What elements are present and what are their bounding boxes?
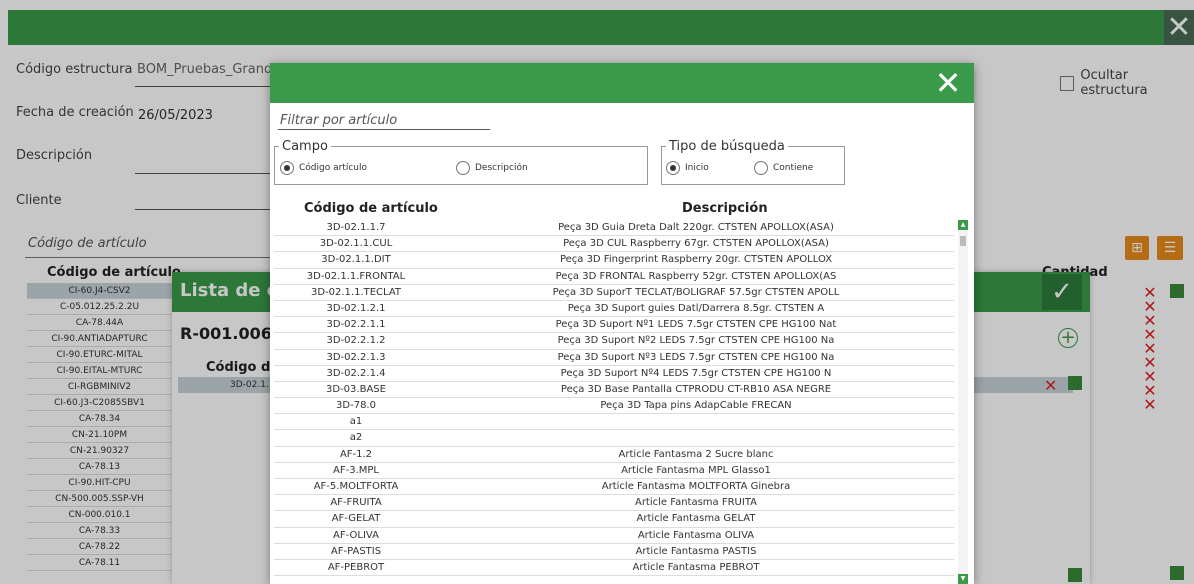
radio-descripcion[interactable]: Descripción bbox=[456, 161, 528, 175]
table-row[interactable]: AF-5.MOLTFORTA Article Fantasma MOLTFORTA… bbox=[274, 479, 954, 496]
table-row[interactable]: AF-FRUITA Article Fantasma FRUITA bbox=[274, 495, 954, 512]
radio-dot[interactable] bbox=[456, 161, 470, 175]
cell-desc: Article Fantasma PEBROT bbox=[632, 561, 760, 573]
scroll-down-icon[interactable]: ▼ bbox=[958, 574, 968, 584]
radio-inicio[interactable]: Inicio bbox=[666, 161, 709, 175]
radio-contiene[interactable]: Contiene bbox=[754, 161, 813, 175]
cell-code: 3D-02.1.1.DIT bbox=[321, 254, 391, 266]
cell-code: AF-PEBROT bbox=[327, 561, 385, 573]
table-row[interactable]: AF-GELAT Article Fantasma GELAT bbox=[274, 511, 954, 528]
cell-desc: Peça 3D Tapa pins AdapCable FRECAN bbox=[600, 400, 792, 412]
radio-inicio-label: Inicio bbox=[685, 163, 709, 173]
cell-code: AF-1.2 bbox=[339, 448, 373, 460]
header-descripcion: Descripción bbox=[682, 201, 768, 216]
table-row[interactable]: 3D-03.BASE Peça 3D Base Pantalla CTPRODU … bbox=[274, 382, 954, 399]
cell-code: AF-GELAT bbox=[331, 513, 381, 525]
table-row[interactable]: 3D-02.1.1.7 Peça 3D Guia Dreta Dalt 220gr… bbox=[274, 220, 954, 237]
table-row[interactable]: AF-1.2 Article Fantasma 2 Sucre blanc bbox=[274, 447, 954, 463]
cell-desc: Article Fantasma MOLTFORTA Ginebra bbox=[601, 481, 791, 492]
cell-code: 3D-02.1.1.FRONTAL bbox=[306, 270, 406, 282]
close-icon[interactable]: ✕ bbox=[930, 65, 966, 101]
scrollbar[interactable]: ▲ ▼ bbox=[958, 220, 968, 584]
radio-descripcion-label: Descripción bbox=[475, 163, 528, 173]
filter-input[interactable]: Filtrar por artículo bbox=[280, 113, 397, 128]
cell-desc: Article Fantasma MPL Glasso1 bbox=[621, 464, 771, 476]
cell-desc: Peça 3D Base Pantalla CTPRODU CT-RB10 AS… bbox=[560, 383, 832, 395]
cell-code: 3D-02.2.1.1 bbox=[326, 319, 386, 331]
header-codigo: Código de artículo bbox=[304, 201, 438, 216]
cell-desc: Article Fantasma OLIVA bbox=[637, 529, 755, 541]
table-row[interactable]: 3D-02.1.1.DIT Peça 3D Fingerprint Raspber… bbox=[274, 252, 954, 269]
article-picker-dialog: ✕ Filtrar por artículo Campo Código artí… bbox=[270, 63, 974, 584]
table-row[interactable]: 3D-02.1.1.TECLAT Peça 3D SuporT TECLAT/BO… bbox=[274, 285, 954, 301]
cell-desc: Peça 3D Fingerprint Raspberry 20gr. CTST… bbox=[559, 254, 833, 266]
cell-code: a1 bbox=[349, 416, 363, 428]
scroll-thumb[interactable] bbox=[960, 236, 966, 246]
cell-desc: Peça 3D Suport Nº1 LEDS 7.5gr CTSTEN CPE… bbox=[555, 319, 837, 331]
radio-dot[interactable] bbox=[666, 161, 680, 175]
table-row[interactable]: 3D-02.1.2.1 Peça 3D Suport guies Datl/Dar… bbox=[274, 301, 954, 318]
cell-code: 3D-02.1.2.1 bbox=[326, 302, 386, 314]
cell-code: a2 bbox=[349, 432, 363, 444]
campo-legend: Campo bbox=[282, 139, 328, 154]
cell-code: 3D-02.2.1.2 bbox=[326, 335, 386, 347]
cell-desc: Peça 3D Guia Dreta Dalt 220gr. CTSTEN AP… bbox=[558, 222, 834, 233]
table-row[interactable]: 3D-02.2.1.3 Peça 3D Suport Nº3 LEDS 7.5gr… bbox=[274, 350, 954, 366]
radio-dot[interactable] bbox=[754, 161, 768, 175]
table-row[interactable]: 3D-02.2.1.1 Peça 3D Suport Nº1 LEDS 7.5gr… bbox=[274, 317, 954, 334]
articles-table: 3D-02.1.1.7 Peça 3D Guia Dreta Dalt 220gr… bbox=[274, 220, 954, 577]
scroll-up-icon[interactable]: ▲ bbox=[958, 220, 968, 230]
table-row[interactable]: 3D-02.1.1.FRONTAL Peça 3D FRONTAL Raspber… bbox=[274, 269, 954, 285]
table-row[interactable]: AF-OLIVA Article Fantasma OLIVA bbox=[274, 528, 954, 544]
cell-code: AF-5.MOLTFORTA bbox=[313, 481, 399, 492]
table-row[interactable]: a2 bbox=[274, 430, 954, 447]
cell-desc: Peça 3D SuporT TECLAT/BOLIGRAF 57.5gr CT… bbox=[552, 286, 840, 298]
table-row[interactable]: 3D-02.2.1.4 Peça 3D Suport Nº4 LEDS 7.5gr… bbox=[274, 366, 954, 382]
table-row[interactable]: 3D-02.1.1.CUL Peça 3D CUL Raspberry 67gr.… bbox=[274, 236, 954, 253]
radio-dot[interactable] bbox=[280, 161, 294, 175]
cell-desc: Article Fantasma PASTIS bbox=[635, 545, 757, 557]
cell-desc: Peça 3D Suport Nº3 LEDS 7.5gr CTSTEN CPE… bbox=[557, 351, 835, 363]
radio-codigo-label: Código artículo bbox=[299, 163, 367, 173]
cell-code: 3D-02.1.1.7 bbox=[326, 222, 386, 233]
table-row[interactable]: AF-3.MPL Article Fantasma MPL Glasso1 bbox=[274, 463, 954, 479]
cell-code: AF-FRUITA bbox=[330, 497, 382, 509]
table-row[interactable]: AF-PASTIS Article Fantasma PASTIS bbox=[274, 544, 954, 560]
table-row[interactable]: a1 bbox=[274, 414, 954, 431]
dialog-header bbox=[270, 63, 974, 103]
cell-desc: Article Fantasma FRUITA bbox=[634, 497, 757, 509]
cell-desc: Article Fantasma 2 Sucre blanc bbox=[618, 448, 774, 460]
cell-code: 3D-78.0 bbox=[336, 400, 376, 412]
cell-code: AF-3.MPL bbox=[333, 464, 379, 476]
cell-desc: Article Fantasma GELAT bbox=[636, 513, 756, 525]
cell-code: 3D-03.BASE bbox=[326, 383, 386, 395]
table-row[interactable]: 3D-02.2.1.2 Peça 3D Suport Nº2 LEDS 7.5gr… bbox=[274, 333, 954, 350]
tipo-legend: Tipo de búsqueda bbox=[669, 139, 785, 154]
radio-codigo[interactable]: Código artículo bbox=[280, 161, 367, 175]
cell-code: 3D-02.2.1.4 bbox=[326, 367, 386, 379]
cell-desc: Peça 3D CUL Raspberry 67gr. CTSTEN APOLL… bbox=[563, 238, 829, 250]
cell-desc bbox=[438, 414, 954, 429]
cell-code: 3D-02.2.1.3 bbox=[326, 351, 386, 363]
cell-desc bbox=[438, 430, 954, 445]
cell-desc: Peça 3D FRONTAL Raspberry 52gr. CTSTEN A… bbox=[555, 270, 837, 282]
cell-code: AF-OLIVA bbox=[333, 529, 379, 541]
radio-contiene-label: Contiene bbox=[773, 163, 814, 173]
table-row[interactable]: 3D-78.0 Peça 3D Tapa pins AdapCable FRECA… bbox=[274, 398, 954, 415]
filter-line bbox=[278, 129, 490, 130]
cell-code: AF-PASTIS bbox=[330, 545, 382, 557]
cell-desc: Peça 3D Suport Nº4 LEDS 7.5gr CTSTEN CPE… bbox=[560, 367, 832, 379]
cell-desc: Peça 3D Suport Nº2 LEDS 7.5gr CTSTEN CPE… bbox=[557, 335, 835, 347]
cell-code: 3D-02.1.1.CUL bbox=[319, 238, 393, 250]
cell-desc: Peça 3D Suport guies Datl/Darrera 8.5gr.… bbox=[567, 302, 825, 314]
table-row[interactable]: AF-PEBROT Article Fantasma PEBROT bbox=[274, 560, 954, 577]
cell-code: 3D-02.1.1.TECLAT bbox=[310, 286, 402, 298]
